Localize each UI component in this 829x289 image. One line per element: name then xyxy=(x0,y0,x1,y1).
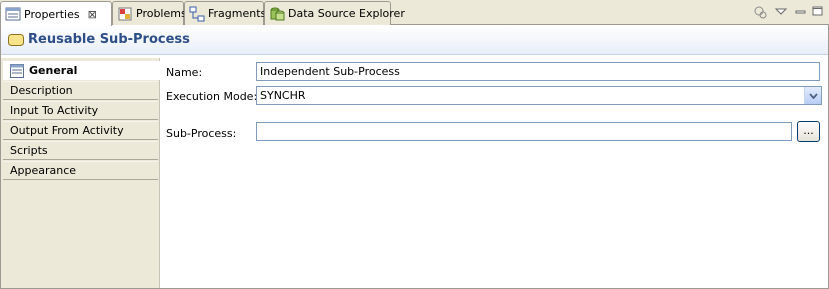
section-tab-label: Output From Activity xyxy=(10,124,124,137)
fragments-icon xyxy=(189,6,205,22)
properties-view: Properties ⊠ Problems Fragments Data Sou… xyxy=(0,0,829,289)
view-tab-bar: Properties ⊠ Problems Fragments Data Sou… xyxy=(0,0,829,26)
execution-mode-label: Execution Mode: xyxy=(166,90,258,103)
name-label: Name: xyxy=(166,66,203,79)
section-tab-scripts[interactable]: Scripts xyxy=(3,141,158,160)
sub-process-field[interactable] xyxy=(256,122,792,141)
tab-properties[interactable]: Properties ⊠ xyxy=(0,1,112,26)
sub-process-label: Sub-Process: xyxy=(166,127,237,140)
close-tab-icon[interactable]: ⊠ xyxy=(88,8,97,21)
section-tab-general[interactable]: General xyxy=(3,61,161,80)
properties-icon xyxy=(5,6,21,22)
pin-icon[interactable] xyxy=(752,4,768,20)
tab-label: Problems xyxy=(136,7,187,20)
section-tab-label: Description xyxy=(10,84,73,97)
tab-problems[interactable]: Problems xyxy=(112,1,187,25)
section-tab-input-to-activity[interactable]: Input To Activity xyxy=(3,101,158,120)
section-header: Reusable Sub-Process xyxy=(1,25,828,55)
section-tab-label: General xyxy=(29,64,78,77)
tab-fragments[interactable]: Fragments xyxy=(184,1,267,25)
section-tab-label: Appearance xyxy=(10,164,77,177)
section-tabs: General Description Input To Activity Ou… xyxy=(1,58,161,288)
tab-label: Properties xyxy=(24,7,80,21)
section-tab-label: Scripts xyxy=(10,144,48,157)
section-tab-description[interactable]: Description xyxy=(3,81,158,100)
execution-mode-value: SYNCHR xyxy=(260,89,306,102)
name-field[interactable]: Independent Sub-Process xyxy=(256,62,820,81)
minimize-icon[interactable] xyxy=(793,4,809,20)
data-source-explorer-icon xyxy=(269,6,285,22)
chevron-down-icon[interactable] xyxy=(804,87,821,104)
name-value: Independent Sub-Process xyxy=(260,65,400,78)
browse-sub-process-button[interactable]: ... xyxy=(797,121,820,142)
section-title: Reusable Sub-Process xyxy=(28,32,190,47)
maximize-icon[interactable] xyxy=(810,4,826,20)
execution-mode-select[interactable]: SYNCHR xyxy=(256,86,822,105)
tab-label: Data Source Explorer xyxy=(288,7,405,20)
section-tab-label: Input To Activity xyxy=(10,104,99,117)
view-menu-icon[interactable] xyxy=(773,4,789,20)
reusable-subprocess-icon xyxy=(8,33,24,46)
tab-data-source-explorer[interactable]: Data Source Explorer xyxy=(264,1,405,25)
section-tab-output-from-activity[interactable]: Output From Activity xyxy=(3,121,158,140)
section-tab-appearance[interactable]: Appearance xyxy=(3,161,158,180)
general-icon xyxy=(10,63,24,78)
tab-label: Fragments xyxy=(208,7,267,20)
problems-icon xyxy=(117,6,133,22)
